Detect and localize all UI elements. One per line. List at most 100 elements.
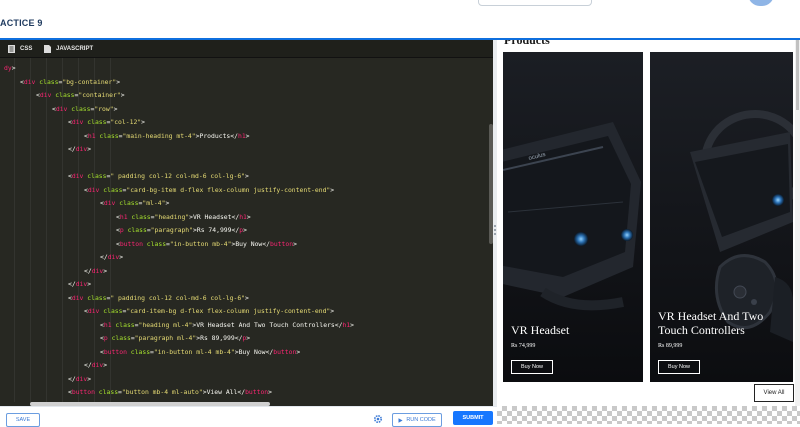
code-token: > — [245, 172, 249, 180]
view-all-button[interactable]: View All — [754, 384, 794, 402]
code-token: class — [123, 226, 147, 234]
code-token: Buy Now — [238, 347, 266, 356]
code-token: > — [120, 91, 125, 99]
code-token: > — [103, 266, 108, 275]
code-line: <div class="bg-container"> — [20, 76, 120, 88]
top-header: ACTICE 9 — [0, 0, 800, 39]
card-heading: VR Headset — [511, 323, 570, 337]
indent-guide — [46, 58, 47, 402]
code-token: class — [83, 172, 107, 180]
code-token: > — [296, 347, 301, 356]
indent-guide — [14, 58, 15, 402]
code-token: class — [83, 118, 107, 126]
code-token: Rs 89,999 — [200, 334, 235, 342]
buy-now-button[interactable]: Buy Now — [658, 360, 701, 374]
code-line: <p class="paragraph">Rs 74,999</p> — [116, 224, 247, 236]
code-token: > — [246, 334, 251, 342]
code-token: > — [268, 388, 273, 396]
code-token: div — [55, 104, 68, 113]
css-file-icon — [8, 44, 15, 53]
code-token: "paragraph" — [150, 226, 193, 234]
code-token: div — [91, 266, 104, 275]
tab-javascript[interactable]: JAVASCRIPT — [44, 40, 93, 57]
code-token: " padding col-12 col-md-6 col-lg-6" — [110, 172, 246, 180]
code-area[interactable]: dy> <div class="bg-container"> <div class=… — [0, 58, 490, 402]
preview-pane: Products oculus VR Headset Rs 74,999 Buy… — [497, 40, 800, 406]
code-token: Buy Now — [235, 239, 263, 248]
code-token: div — [87, 307, 100, 315]
code-token: "col-12" — [110, 118, 142, 126]
code-token: "main-heading mt-4" — [122, 131, 196, 140]
code-token: class — [95, 131, 119, 140]
code-line: </div> — [100, 251, 123, 263]
tab-css-label: CSS — [20, 45, 33, 52]
run-code-button[interactable]: RUN CODE — [392, 413, 442, 427]
code-token: class — [35, 77, 59, 86]
code-token: VR Headset And Two Touch Controllers — [196, 320, 335, 329]
code-token: div — [71, 118, 84, 126]
code-token: div — [75, 280, 88, 288]
code-token: class — [111, 320, 135, 329]
product-card-vr-headset: oculus VR Headset Rs 74,999 Buy Now — [503, 52, 643, 382]
save-button[interactable]: SAVE — [6, 413, 40, 427]
code-line: <button class="in-button mb-4">Buy Now</… — [116, 238, 297, 250]
gear-icon[interactable] — [373, 414, 383, 424]
code-token: class — [99, 185, 123, 194]
preview-transparent-background — [497, 406, 800, 424]
preview-scrollbar[interactable] — [795, 40, 800, 406]
code-token: "container" — [78, 91, 121, 99]
code-token: div — [91, 361, 104, 369]
code-editor[interactable]: CSS JAVASCRIPT dy> <div class="bg-contain… — [0, 40, 493, 406]
code-line: <div class=" padding col-12 col-md-6 col… — [68, 170, 249, 182]
card-body: VR Headset Rs 74,999 Buy Now — [511, 323, 637, 374]
buy-now-button[interactable]: Buy Now — [511, 360, 554, 374]
code-token: h1 — [103, 320, 112, 329]
code-token: h1 — [87, 131, 96, 140]
code-token: "row" — [94, 104, 114, 113]
code-token: class — [67, 104, 91, 113]
code-line: <div class=" padding col-12 col-md-6 col… — [68, 292, 249, 304]
code-line: <div class="col-12"> — [68, 116, 145, 128]
code-token: div — [75, 374, 88, 383]
code-token: > — [103, 361, 108, 369]
code-token: h1 — [119, 212, 128, 221]
code-line: <div class="ml-4"> — [100, 197, 169, 209]
card-body: VR Headset And Two Touch Controllers Rs … — [658, 309, 787, 374]
code-token: class — [107, 334, 131, 342]
code-token: class — [83, 293, 107, 302]
code-token: div — [71, 172, 84, 180]
code-token: button — [71, 388, 95, 396]
search-input[interactable] — [478, 0, 592, 6]
code-line: <div class="card-bg-item d-flex flex-col… — [84, 184, 334, 196]
code-token: class — [99, 307, 123, 315]
profile-badge[interactable] — [748, 0, 774, 6]
submit-button[interactable]: SUBMIT — [453, 411, 493, 425]
drag-handle-icon[interactable] — [494, 225, 496, 235]
code-token: > — [113, 104, 118, 113]
code-token: > — [245, 131, 250, 140]
code-line: <h1 class="main-heading mt-4">Products</… — [84, 130, 250, 142]
code-token: > — [11, 64, 16, 72]
code-line: </div> — [84, 359, 107, 371]
code-token: > — [141, 118, 145, 126]
code-token: </ — [230, 131, 238, 140]
editor-tabs: CSS JAVASCRIPT — [0, 40, 493, 58]
code-line: <div class="card-item-bg d-flex flex-col… — [84, 305, 334, 317]
code-token: > — [243, 226, 247, 234]
code-token: VR Headset — [193, 212, 232, 221]
code-token: </ — [100, 253, 108, 261]
code-line: <button class="in-button ml-4 mb-4">Buy … — [100, 346, 300, 358]
code-token: "card-item-bg d-flex flex-column justify… — [126, 307, 331, 315]
code-line: <button class="button mb-4 ml-auto">View… — [68, 386, 272, 398]
tab-css[interactable]: CSS — [8, 40, 32, 57]
code-token: div — [23, 77, 36, 86]
code-token: class — [126, 347, 151, 356]
code-token: </ — [237, 388, 246, 396]
code-token: </ — [68, 374, 76, 383]
preview-scrollbar-thumb[interactable] — [796, 40, 799, 110]
card-heading: VR Headset And Two Touch Controllers — [658, 309, 764, 337]
code-token: button — [245, 388, 269, 396]
code-line: dy> — [4, 62, 16, 74]
code-token: </ — [68, 145, 76, 153]
code-line: </div> — [84, 265, 107, 277]
